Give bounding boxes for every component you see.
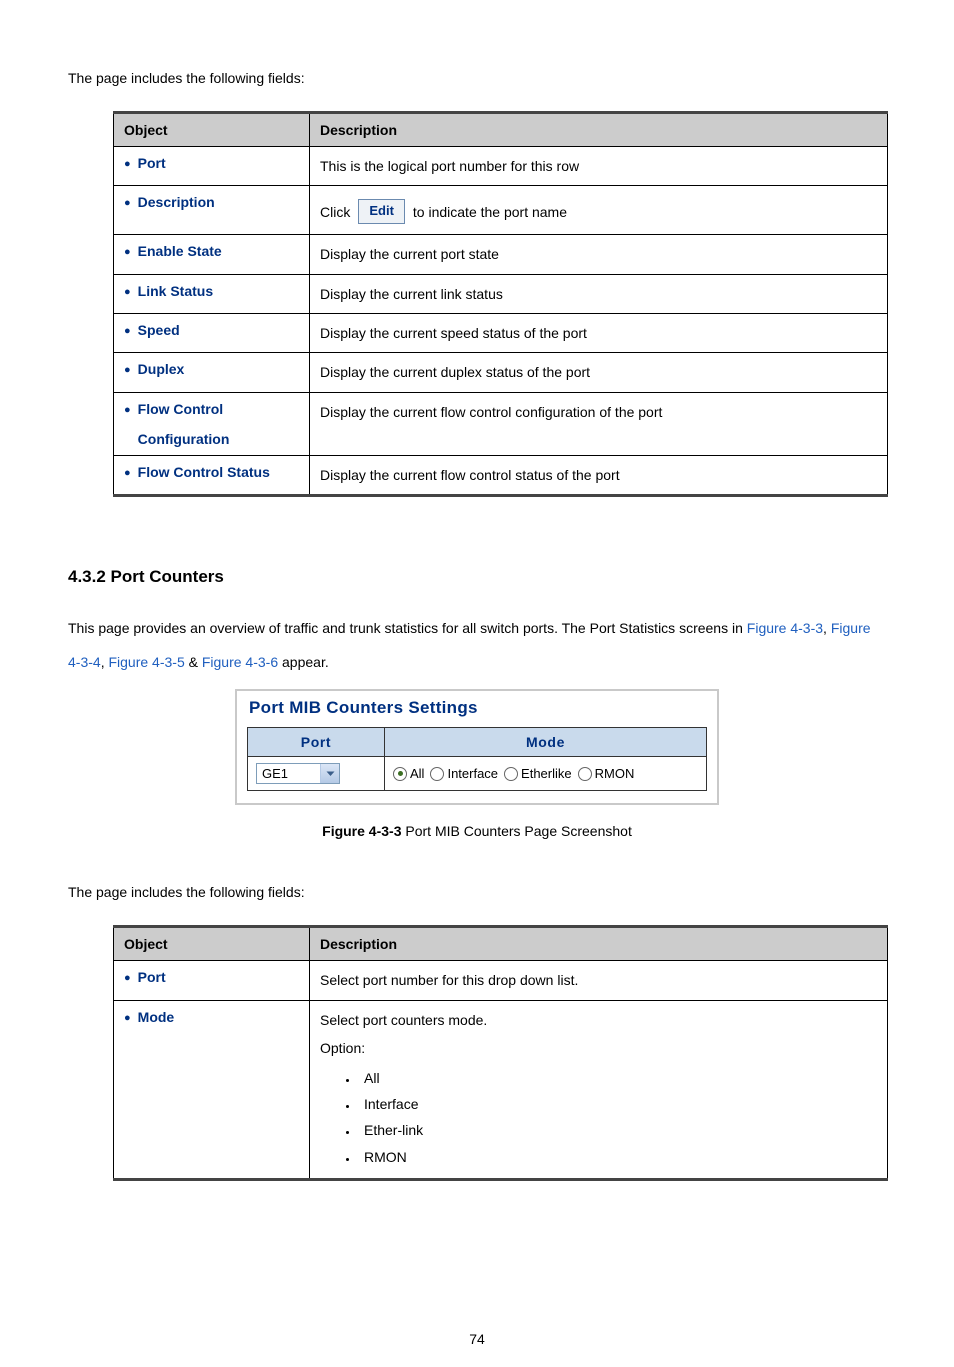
mib-title: Port MIB Counters Settings xyxy=(237,691,717,727)
obj-flow-control-config-label: Flow Control Configuration xyxy=(138,401,230,447)
obj-duplex: ● Duplex xyxy=(124,361,299,377)
intro-text-2: The page includes the following fields: xyxy=(68,884,886,900)
mode-options-list: All Interface Ether-link RMON xyxy=(358,1065,877,1171)
obj-mode: ● Mode xyxy=(124,1009,299,1025)
mode-option-rmon-label: RMON xyxy=(364,1149,407,1165)
amp: & xyxy=(185,654,202,670)
link-figure-4-3-5[interactable]: Figure 4-3-5 xyxy=(108,654,184,670)
click-text: Click xyxy=(320,201,350,223)
mib-table: Port Mode GE1 xyxy=(247,727,707,791)
bullet-icon: ● xyxy=(124,325,131,337)
bullet-icon: ● xyxy=(124,467,131,479)
appear-text: appear. xyxy=(278,654,329,670)
desc-link-status: Display the current link status xyxy=(310,274,888,313)
obj-duplex-label: Duplex xyxy=(138,361,185,377)
desc-speed: Display the current speed status of the … xyxy=(310,313,888,352)
obj-port-2: ● Port xyxy=(124,969,299,985)
bullet-icon: ● xyxy=(124,404,131,416)
bullet-icon: ● xyxy=(124,364,131,376)
after-text: to indicate the port name xyxy=(413,201,567,223)
radio-all[interactable]: All xyxy=(393,766,424,781)
figure-caption-label: Figure 4-3-3 xyxy=(322,823,401,839)
port-select[interactable]: GE1 xyxy=(256,763,340,784)
bullet-icon: ● xyxy=(124,158,131,170)
radio-icon xyxy=(430,767,444,781)
obj-port-label: Port xyxy=(138,155,166,171)
desc-flow-control-status: Display the current flow control status … xyxy=(310,455,888,495)
desc-mode: Select port counters mode. Option: All I… xyxy=(310,1000,888,1179)
desc-port: This is the logical port number for this… xyxy=(310,147,888,186)
mode-option-ether-link: Ether-link xyxy=(358,1117,877,1143)
page-number: 74 xyxy=(68,1331,886,1347)
radio-icon xyxy=(393,767,407,781)
col-description-header: Description xyxy=(310,113,888,147)
obj-flow-control-status-label: Flow Control Status xyxy=(138,464,270,480)
bullet-icon: ● xyxy=(124,1012,131,1024)
fields-table-2: Object Description ● Port Select port nu… xyxy=(113,925,888,1181)
col-object-header: Object xyxy=(114,113,310,147)
obj-enable-state: ● Enable State xyxy=(124,243,299,259)
col-object-header-2: Object xyxy=(114,927,310,961)
obj-speed: ● Speed xyxy=(124,322,299,338)
mode-option-all-label: All xyxy=(364,1070,380,1086)
radio-interface-label: Interface xyxy=(447,766,498,781)
radio-icon xyxy=(504,767,518,781)
bullet-icon: ● xyxy=(124,972,131,984)
bullet-icon: ● xyxy=(124,286,131,298)
obj-description-label: Description xyxy=(138,194,215,210)
obj-flow-control-config: ● Flow Control Configuration xyxy=(124,401,299,447)
desc-flow-control-config: Display the current flow control configu… xyxy=(310,392,888,455)
desc-port-2: Select port number for this drop down li… xyxy=(310,961,888,1000)
flowcfg-l2: Configuration xyxy=(138,431,230,447)
bullet-icon: ● xyxy=(124,246,131,258)
mode-line1: Select port counters mode. xyxy=(320,1009,877,1031)
sep1: , xyxy=(823,620,831,636)
obj-link-status-label: Link Status xyxy=(138,283,213,299)
obj-speed-label: Speed xyxy=(138,322,180,338)
mib-head-port: Port xyxy=(248,728,385,757)
desc-enable-state: Display the current port state xyxy=(310,235,888,274)
mib-head-mode: Mode xyxy=(385,728,707,757)
para-text-a: This page provides an overview of traffi… xyxy=(68,620,747,636)
radio-icon xyxy=(578,767,592,781)
obj-enable-state-label: Enable State xyxy=(138,243,222,259)
mode-line2: Option: xyxy=(320,1037,877,1059)
col-description-header-2: Description xyxy=(310,927,888,961)
radio-rmon[interactable]: RMON xyxy=(578,766,635,781)
radio-etherlike[interactable]: Etherlike xyxy=(504,766,572,781)
link-figure-4-3-3[interactable]: Figure 4-3-3 xyxy=(747,620,823,636)
mode-option-all: All xyxy=(358,1065,877,1091)
fields-table-1: Object Description ● Port This is the lo… xyxy=(113,111,888,497)
bullet-icon: ● xyxy=(124,197,131,209)
obj-link-status: ● Link Status xyxy=(124,283,299,299)
desc-description: Click Edit to indicate the port name xyxy=(310,186,888,235)
link-figure-4-3-6[interactable]: Figure 4-3-6 xyxy=(202,654,278,670)
figure-caption: Figure 4-3-3 Port MIB Counters Page Scre… xyxy=(68,823,886,839)
chevron-down-icon xyxy=(320,764,339,783)
port-select-value: GE1 xyxy=(257,764,320,783)
obj-port-2-label: Port xyxy=(138,969,166,985)
mib-panel: Port MIB Counters Settings Port Mode GE1 xyxy=(235,689,719,805)
flowcfg-l1: Flow Control xyxy=(138,401,230,417)
obj-port: ● Port xyxy=(124,155,299,171)
edit-button[interactable]: Edit xyxy=(358,199,405,224)
radio-all-label: All xyxy=(410,766,424,781)
mode-option-rmon: RMON xyxy=(358,1144,877,1170)
obj-description: ● Description xyxy=(124,194,299,210)
mode-option-interface: Interface xyxy=(358,1091,877,1117)
intro-text-1: The page includes the following fields: xyxy=(68,70,886,86)
mode-option-ether-link-label: Ether-link xyxy=(364,1122,423,1138)
section-paragraph: This page provides an overview of traffi… xyxy=(68,612,886,679)
radio-interface[interactable]: Interface xyxy=(430,766,498,781)
section-heading: 4.3.2 Port Counters xyxy=(68,567,886,587)
desc-duplex: Display the current duplex status of the… xyxy=(310,353,888,392)
obj-mode-label: Mode xyxy=(138,1009,175,1025)
mode-radio-group: All Interface Etherlike xyxy=(393,766,698,781)
radio-rmon-label: RMON xyxy=(595,766,635,781)
mode-option-interface-label: Interface xyxy=(364,1096,418,1112)
obj-flow-control-status: ● Flow Control Status xyxy=(124,464,299,480)
radio-etherlike-label: Etherlike xyxy=(521,766,572,781)
figure-caption-text: Port MIB Counters Page Screenshot xyxy=(402,823,632,839)
